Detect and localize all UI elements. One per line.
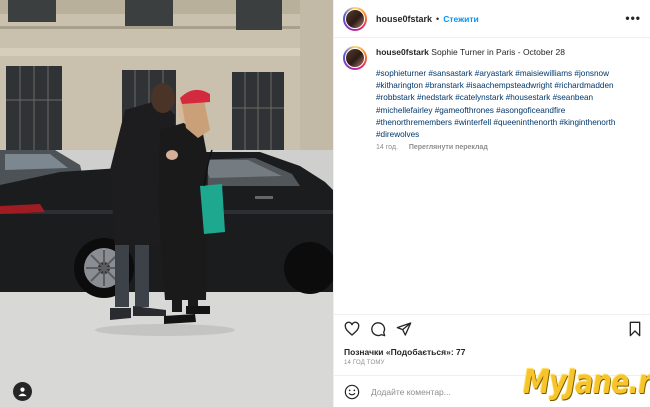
post-header: house0fstark • Стежити ••• [334,0,650,38]
avatar[interactable] [343,6,367,31]
post-time: 14 ГОД ТОМУ [344,360,385,366]
username-link[interactable]: house0fstark [376,14,432,24]
user-tag-icon[interactable] [13,382,32,401]
caption-meta: 14 год. Переглянути переклад [376,144,638,151]
follow-button[interactable]: Стежити [443,14,479,24]
comment-input[interactable]: Додайте коментар... [371,387,451,397]
heart-icon[interactable] [344,321,360,337]
post-caption: house0fstark Sophie Turner in Paris - Oc… [343,46,643,151]
caption-body: house0fstark Sophie Turner in Paris - Oc… [376,46,638,151]
caption-avatar[interactable] [343,46,367,70]
see-translation-link[interactable]: Переглянути переклад [409,144,488,151]
post-sidebar: house0fstark • Стежити ••• house0fstark … [333,0,650,407]
comment-icon[interactable] [370,321,386,337]
action-bar [334,314,650,342]
watermark-logo: MyJane.ru [523,362,650,401]
more-options-icon[interactable]: ••• [625,12,641,24]
caption-hashtags[interactable]: #sophieturner #sansastark #aryastark #ma… [376,68,638,141]
caption-age: 14 год. [376,144,398,152]
user-glyph-icon [18,387,27,397]
bookmark-icon[interactable] [627,321,643,337]
share-icon[interactable] [396,321,412,337]
caption-text-line: house0fstark Sophie Turner in Paris - Oc… [376,46,638,58]
caption-text: Sophie Turner in Paris - October 28 [431,47,566,57]
photo-scene [0,0,333,407]
likes-count[interactable]: Позначки «Подобається»: 77 [344,347,465,357]
caption-username[interactable]: house0fstark [376,47,429,57]
smile-icon[interactable] [344,384,360,400]
post-photo[interactable] [0,0,333,407]
separator-dot: • [436,13,440,24]
